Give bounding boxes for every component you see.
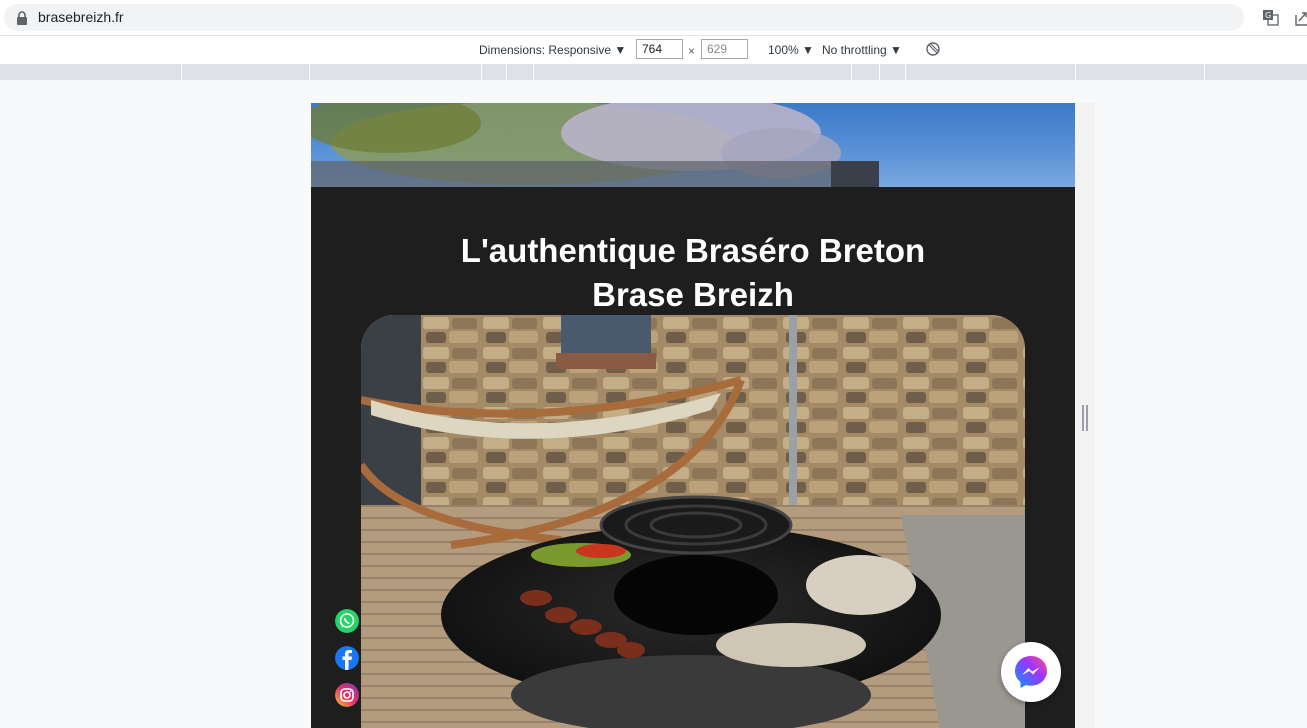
title-line-2: Brase Breizh <box>592 276 794 313</box>
instagram-icon[interactable] <box>335 683 359 707</box>
page-viewport: L'authentique Braséro Breton Brase Breiz… <box>311 103 1075 728</box>
mq-tick <box>879 64 880 80</box>
messenger-icon <box>1015 656 1047 688</box>
facebook-icon[interactable] <box>335 646 359 670</box>
translate-icon[interactable]: G <box>1262 9 1279 26</box>
svg-text:G: G <box>1265 11 1271 20</box>
throttling-dropdown[interactable]: No throttling ▼ <box>822 43 902 57</box>
messenger-chat-button[interactable] <box>1001 642 1061 702</box>
mq-tick <box>905 64 906 80</box>
share-icon[interactable] <box>1295 9 1307 26</box>
title-line-1: L'authentique Braséro Breton <box>460 232 926 269</box>
hero-roof <box>831 161 879 187</box>
omnibox[interactable]: brasebreizh.fr <box>4 4 1244 31</box>
browser-address-bar: brasebreizh.fr G <box>0 0 1307 35</box>
url-text[interactable]: brasebreizh.fr <box>38 9 124 25</box>
hero-image <box>311 103 1075 187</box>
mq-tick <box>1075 64 1076 80</box>
dimensions-dropdown[interactable]: Dimensions: Responsive ▼ <box>479 43 626 57</box>
lock-icon[interactable] <box>16 11 28 25</box>
page-title: L'authentique Braséro Breton Brase Breiz… <box>311 229 1075 317</box>
mq-tick <box>481 64 482 80</box>
zoom-dropdown[interactable]: 100% ▼ <box>768 43 814 57</box>
viewport-width-input[interactable] <box>636 39 683 59</box>
brasero-illustration <box>361 315 1025 728</box>
mq-tick <box>181 64 182 80</box>
rotate-icon[interactable] <box>925 41 941 57</box>
viewport-height-input[interactable] <box>701 39 748 59</box>
mq-tick <box>1204 64 1205 80</box>
brasero-photo <box>361 315 1025 728</box>
mq-tick <box>533 64 534 80</box>
dimension-separator: × <box>688 44 696 58</box>
mq-tick <box>309 64 310 80</box>
resize-handle-icon[interactable] <box>1082 405 1088 431</box>
mq-tick <box>506 64 507 80</box>
media-query-bar[interactable] <box>0 64 1307 80</box>
hero-wall <box>311 161 831 187</box>
whatsapp-icon[interactable] <box>335 609 359 633</box>
mq-tick <box>851 64 852 80</box>
device-toolbar: Dimensions: Responsive ▼ × 100% ▼ No thr… <box>0 35 1307 65</box>
